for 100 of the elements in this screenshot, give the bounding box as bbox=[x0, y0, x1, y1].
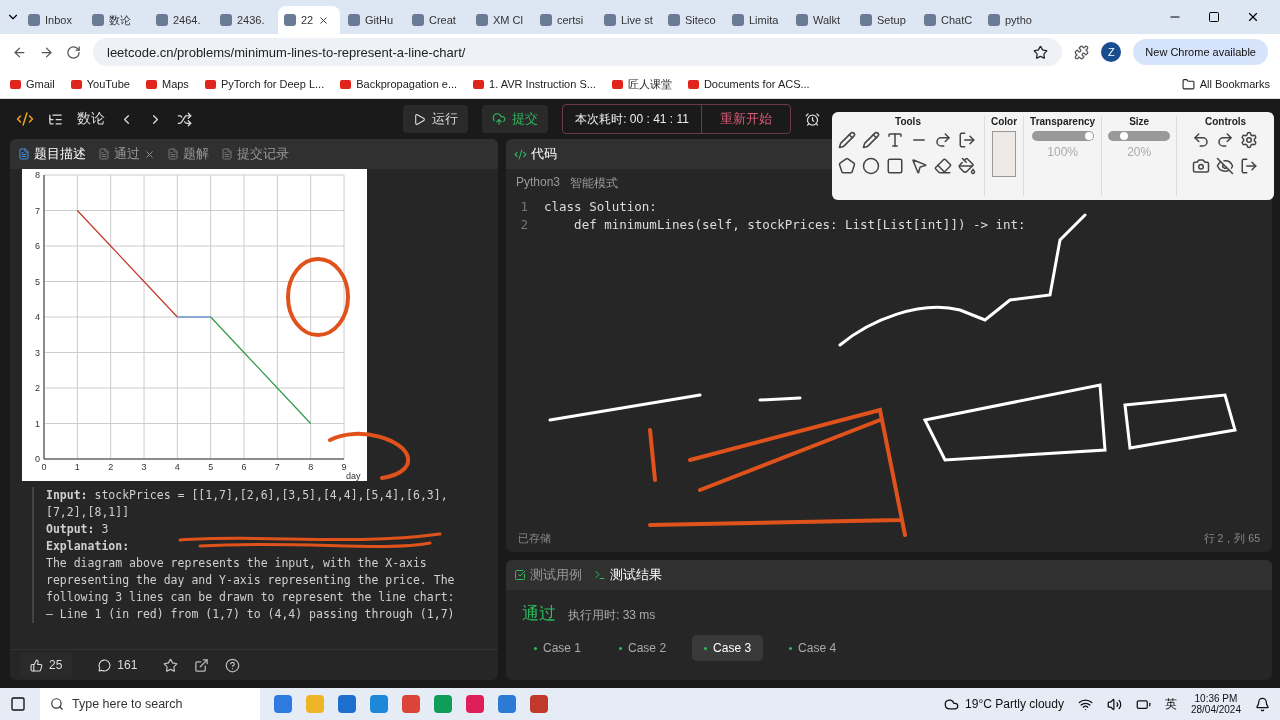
list-icon[interactable] bbox=[48, 111, 63, 127]
help-icon[interactable] bbox=[225, 657, 241, 673]
extension-icon[interactable] bbox=[1074, 44, 1090, 60]
alarm-icon[interactable] bbox=[805, 111, 820, 127]
browser-tab[interactable]: Creat bbox=[406, 6, 468, 34]
search-icon bbox=[50, 697, 64, 711]
forward-icon[interactable] bbox=[39, 44, 54, 60]
slider-thumb[interactable] bbox=[1084, 132, 1093, 140]
section-title: Tools bbox=[895, 116, 921, 127]
tick-label: 5 bbox=[35, 276, 40, 287]
panel-tab[interactable]: 题解 bbox=[167, 145, 209, 163]
panel-tab[interactable]: 通过 bbox=[98, 145, 155, 163]
line-number: 1 bbox=[519, 198, 528, 216]
language-indicator[interactable]: 英 bbox=[1164, 695, 1177, 713]
submit-button[interactable]: 提交 bbox=[482, 105, 549, 133]
maximize-icon[interactable] bbox=[1208, 11, 1220, 23]
back-icon[interactable] bbox=[12, 44, 27, 60]
browser-tab[interactable]: Walkt bbox=[790, 6, 852, 34]
app-icon[interactable] bbox=[530, 695, 548, 713]
tool-icon[interactable] bbox=[838, 131, 856, 149]
bookmark[interactable]: 1. AVR Instruction S... bbox=[473, 78, 596, 90]
close-icon[interactable] bbox=[1246, 10, 1260, 24]
tool-icon[interactable] bbox=[886, 157, 904, 175]
language-selector[interactable]: Python3 bbox=[516, 175, 561, 192]
app-icon[interactable] bbox=[498, 695, 516, 713]
site-icon bbox=[284, 14, 296, 26]
bookmark[interactable]: YouTube bbox=[70, 78, 130, 90]
bookmark[interactable]: 匠人课堂 bbox=[611, 76, 672, 92]
star-icon[interactable] bbox=[163, 657, 179, 673]
close-icon[interactable] bbox=[318, 14, 330, 26]
browser-tab[interactable]: GitHu bbox=[342, 6, 404, 34]
speaker-icon[interactable] bbox=[1106, 696, 1122, 712]
bookmark[interactable]: PyTorch for Deep L... bbox=[204, 78, 325, 90]
app-icon[interactable] bbox=[466, 695, 484, 713]
notification-icon[interactable] bbox=[1255, 696, 1270, 712]
mode-label[interactable]: 智能模式 bbox=[570, 175, 619, 192]
browser-tab[interactable]: ChatC bbox=[918, 6, 980, 34]
bookmark[interactable]: Maps bbox=[145, 78, 189, 90]
reload-icon[interactable] bbox=[66, 44, 81, 60]
browser-tab[interactable]: certsi bbox=[534, 6, 596, 34]
control-icon[interactable] bbox=[1239, 131, 1258, 149]
tool-icon[interactable] bbox=[886, 131, 904, 149]
run-button[interactable]: 运行 bbox=[403, 105, 469, 133]
browser-tab[interactable]: 数论 bbox=[86, 6, 148, 34]
case-tab[interactable]: Case 3 bbox=[692, 635, 764, 661]
problem-list-title[interactable]: 数论 bbox=[77, 110, 105, 128]
panel-tab[interactable]: 提交记录 bbox=[221, 145, 289, 163]
tool-icon[interactable] bbox=[958, 131, 976, 149]
control-icon[interactable] bbox=[1239, 157, 1258, 175]
control-icon[interactable] bbox=[1191, 157, 1210, 175]
browser-tab[interactable]: Live st bbox=[598, 6, 660, 34]
like-button[interactable]: 25 bbox=[20, 653, 73, 677]
browser-tab[interactable]: Inbox bbox=[22, 6, 84, 34]
share-icon[interactable] bbox=[194, 657, 210, 673]
star-icon[interactable] bbox=[1033, 44, 1049, 60]
tool-icon[interactable] bbox=[838, 157, 856, 175]
tick-label: 5 bbox=[208, 462, 214, 472]
wifi-icon[interactable] bbox=[1077, 696, 1093, 712]
clock-time[interactable]: 10:36 PM bbox=[1194, 693, 1238, 704]
bookmark[interactable]: Gmail bbox=[10, 78, 55, 90]
panel-tab[interactable]: 测试结果 bbox=[594, 566, 662, 584]
tool-icon[interactable] bbox=[910, 157, 928, 175]
tool-icon[interactable] bbox=[862, 157, 880, 175]
shuffle-icon[interactable] bbox=[177, 111, 192, 127]
profile-avatar[interactable]: Z bbox=[1101, 42, 1122, 62]
clock-date[interactable]: 28/04/2024 bbox=[1190, 704, 1241, 715]
control-icon[interactable] bbox=[1215, 131, 1234, 149]
bookmark[interactable]: Backpropagation e... bbox=[340, 78, 458, 90]
case-tab[interactable]: Case 2 bbox=[607, 635, 679, 661]
tool-icon[interactable] bbox=[934, 157, 952, 175]
address-bar[interactable]: leetcode.cn/problems/minimum-lines-to-represent-a-line-chart/ bbox=[93, 38, 1063, 66]
control-icon[interactable] bbox=[1215, 157, 1234, 175]
start-icon[interactable] bbox=[10, 696, 26, 712]
update-button[interactable]: New Chrome available bbox=[1133, 39, 1268, 65]
bookmark-folder[interactable]: All Bookmarks bbox=[1181, 77, 1270, 91]
tool-icon[interactable] bbox=[862, 131, 880, 149]
browser-tab[interactable]: Limita bbox=[726, 6, 788, 34]
browser-tab[interactable]: Setup bbox=[854, 6, 916, 34]
control-icon[interactable] bbox=[1191, 131, 1210, 149]
tool-icon[interactable] bbox=[958, 157, 976, 175]
browser-tab[interactable]: Siteco bbox=[662, 6, 724, 34]
browser-tab[interactable]: 22 bbox=[278, 6, 340, 34]
restart-button[interactable]: 重新开始 bbox=[702, 105, 790, 133]
logo-icon[interactable] bbox=[16, 110, 34, 128]
tool-icon[interactable] bbox=[934, 131, 952, 149]
taskbar-search[interactable]: Type here to search bbox=[40, 688, 260, 720]
color-swatch[interactable] bbox=[992, 131, 1017, 177]
case-tab[interactable]: Case 1 bbox=[522, 635, 594, 661]
panel-tab[interactable]: 题目描述 bbox=[18, 145, 86, 163]
comments-button[interactable]: 161 bbox=[88, 653, 148, 677]
browser-tab[interactable]: 2436. bbox=[214, 6, 276, 34]
panel-tab[interactable]: 测试用例 bbox=[514, 566, 582, 584]
browser-tab[interactable]: XM Cl bbox=[470, 6, 532, 34]
browser-tab[interactable]: 2464. bbox=[150, 6, 212, 34]
weather-widget[interactable]: 19°C Partly cloudy bbox=[944, 696, 1064, 712]
browser-tab[interactable]: pytho bbox=[982, 6, 1044, 34]
slider-thumb[interactable] bbox=[1119, 132, 1128, 140]
bookmark[interactable]: Documents for ACS... bbox=[687, 78, 810, 90]
case-tab[interactable]: Case 4 bbox=[777, 635, 849, 661]
app-icon[interactable] bbox=[338, 695, 356, 713]
